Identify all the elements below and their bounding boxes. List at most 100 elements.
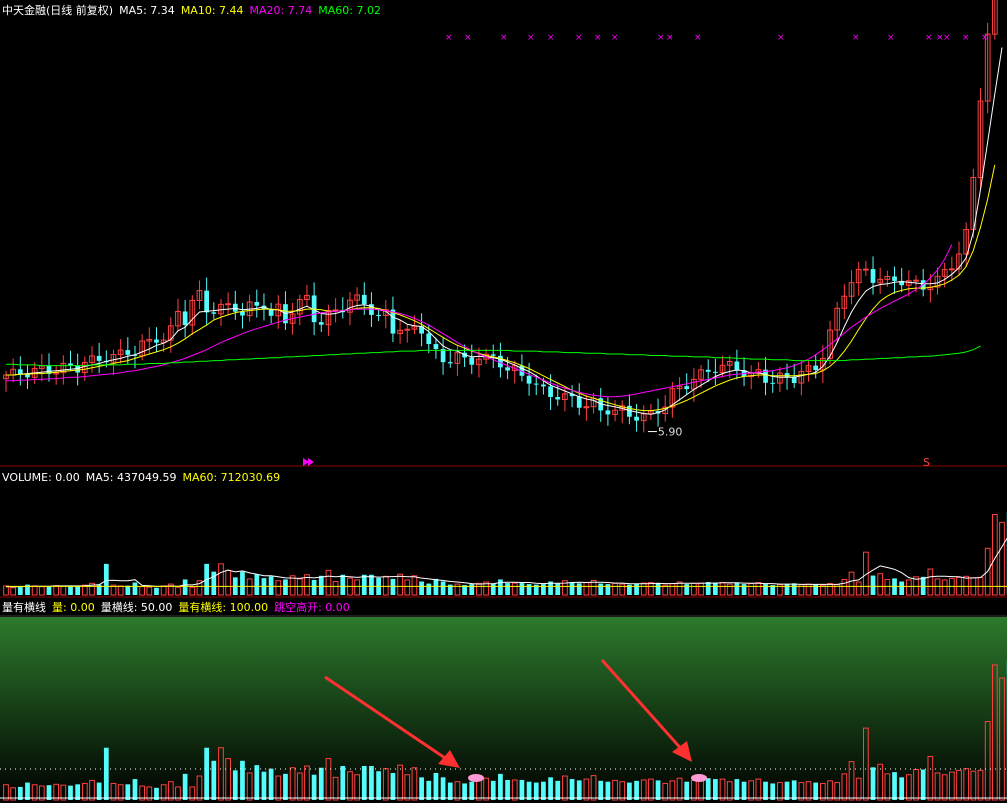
indicator-name: 量有横线 [2, 601, 46, 614]
volume-bar-up [648, 582, 654, 596]
indicator-bar-down [469, 781, 475, 800]
ma5-label: MA5: 7.34 [119, 4, 175, 17]
volume-bar-up [60, 585, 67, 596]
volume-bar-down [132, 582, 138, 595]
volume-bar-up [218, 563, 224, 596]
indicator-bar-down [605, 781, 611, 800]
signal-marker: × [657, 33, 665, 43]
volume-bar-up [848, 571, 855, 596]
candle-body-down [182, 311, 188, 326]
volume-bar-down [555, 583, 561, 595]
volume-bar-up [884, 578, 891, 596]
volume-bar-down [791, 583, 797, 595]
indicator-bar-down [548, 777, 553, 800]
indicator-bar-down [96, 782, 102, 800]
volume-bar-up [755, 582, 762, 596]
volume-bar-down [598, 583, 604, 595]
volume-bar-up [275, 580, 282, 596]
indicator-bar-down [261, 771, 267, 800]
signal-marker: × [611, 33, 619, 43]
candle-body-down [211, 312, 217, 314]
volume-bar-up [927, 568, 934, 596]
indicator-bar-down [541, 781, 546, 800]
volume-bar-up [10, 587, 17, 596]
ma60-label: MA60: 7.02 [318, 4, 381, 17]
volume-bar-down [440, 581, 446, 595]
indicator-bar-down [713, 779, 718, 800]
indicator-bar-down [182, 773, 188, 800]
volume-bar-down [268, 576, 274, 595]
volume-bar-up [189, 586, 196, 596]
indicator-bar-down [598, 780, 604, 800]
volume-bar-up [325, 569, 332, 596]
indicator-line-label: 量横线: 50.00 [100, 601, 173, 614]
indicator-bar-down [211, 760, 217, 800]
candle-body-down [576, 396, 582, 408]
candle-body-down [892, 276, 897, 281]
candle-body-down [268, 309, 274, 316]
indicator-bar-down [376, 771, 381, 800]
candle-body-down [469, 357, 475, 365]
indicator-bar-down [684, 781, 690, 800]
volume-bar-down [369, 574, 374, 595]
candle-body-down [440, 348, 446, 363]
volume-bar-down [569, 582, 575, 595]
volume-bar-up [676, 581, 683, 596]
candle-body-down [505, 367, 510, 371]
volume-bar-up [612, 582, 618, 596]
volume-bar-down [684, 584, 690, 595]
indicator-bar-down [103, 747, 109, 800]
volume-bar-up [719, 582, 726, 596]
indicator-bar-down [519, 779, 525, 800]
volume-bar-up [246, 578, 253, 596]
volume-bar-up [53, 585, 60, 596]
volume-bar-down [46, 586, 52, 595]
candle-body-down [684, 386, 690, 390]
volume-bar-up [31, 585, 38, 596]
volume-bar-up [999, 521, 1005, 596]
volume-bar-up [698, 582, 704, 596]
indicator-bar-down [490, 780, 496, 800]
indicator-bar-down [369, 766, 374, 800]
signal-marker: × [666, 33, 674, 43]
sell-marker: S [923, 456, 930, 469]
signal-marker: × [594, 33, 602, 43]
candle-body-down [232, 303, 238, 312]
indicator-bar-down [569, 779, 575, 800]
stock-chart[interactable]: 5.90× × × × × × × × × × × × × × × × × × ×S [0, 0, 1007, 803]
signal-marker: × [962, 33, 970, 43]
candle-body-down [433, 344, 439, 349]
indicator-bar-down [791, 780, 797, 800]
volume-bar-up [619, 583, 626, 596]
volume-bar-down [505, 583, 510, 595]
volume-bar-up [905, 579, 912, 596]
volume-bar-up [117, 585, 124, 596]
indicator-bar-down [419, 777, 424, 800]
indicator-bar-down [741, 781, 747, 800]
indicator-bar-down [426, 780, 432, 800]
volume-bar-down [182, 579, 188, 595]
volume-bar-down [103, 563, 109, 595]
volume-bar-up [583, 582, 590, 596]
indicator-bar-down [555, 780, 561, 800]
signal-marker: × [694, 33, 702, 43]
volume-bar-down [899, 581, 905, 595]
volume-bar-up [454, 583, 461, 596]
volume-bar-up [332, 581, 339, 596]
volume-bar-up [146, 586, 153, 596]
candle-body-up [225, 303, 231, 306]
candle-body-down [96, 355, 102, 361]
indicator-bar-down [498, 773, 503, 800]
volume-bar-up [748, 583, 755, 596]
volume-bar-down [655, 583, 661, 595]
signal-marker: × [445, 33, 453, 43]
volume-bar-down [541, 584, 546, 595]
volume-bar-down [154, 587, 159, 595]
indicator-bar-down [784, 781, 790, 800]
indicator-bar-down [311, 774, 317, 800]
candle-body-down [734, 361, 740, 371]
volume-bar-up [669, 583, 676, 596]
candle-body-down [154, 339, 159, 343]
volume-bar-down [419, 581, 424, 595]
volume-bar-down [498, 579, 503, 595]
